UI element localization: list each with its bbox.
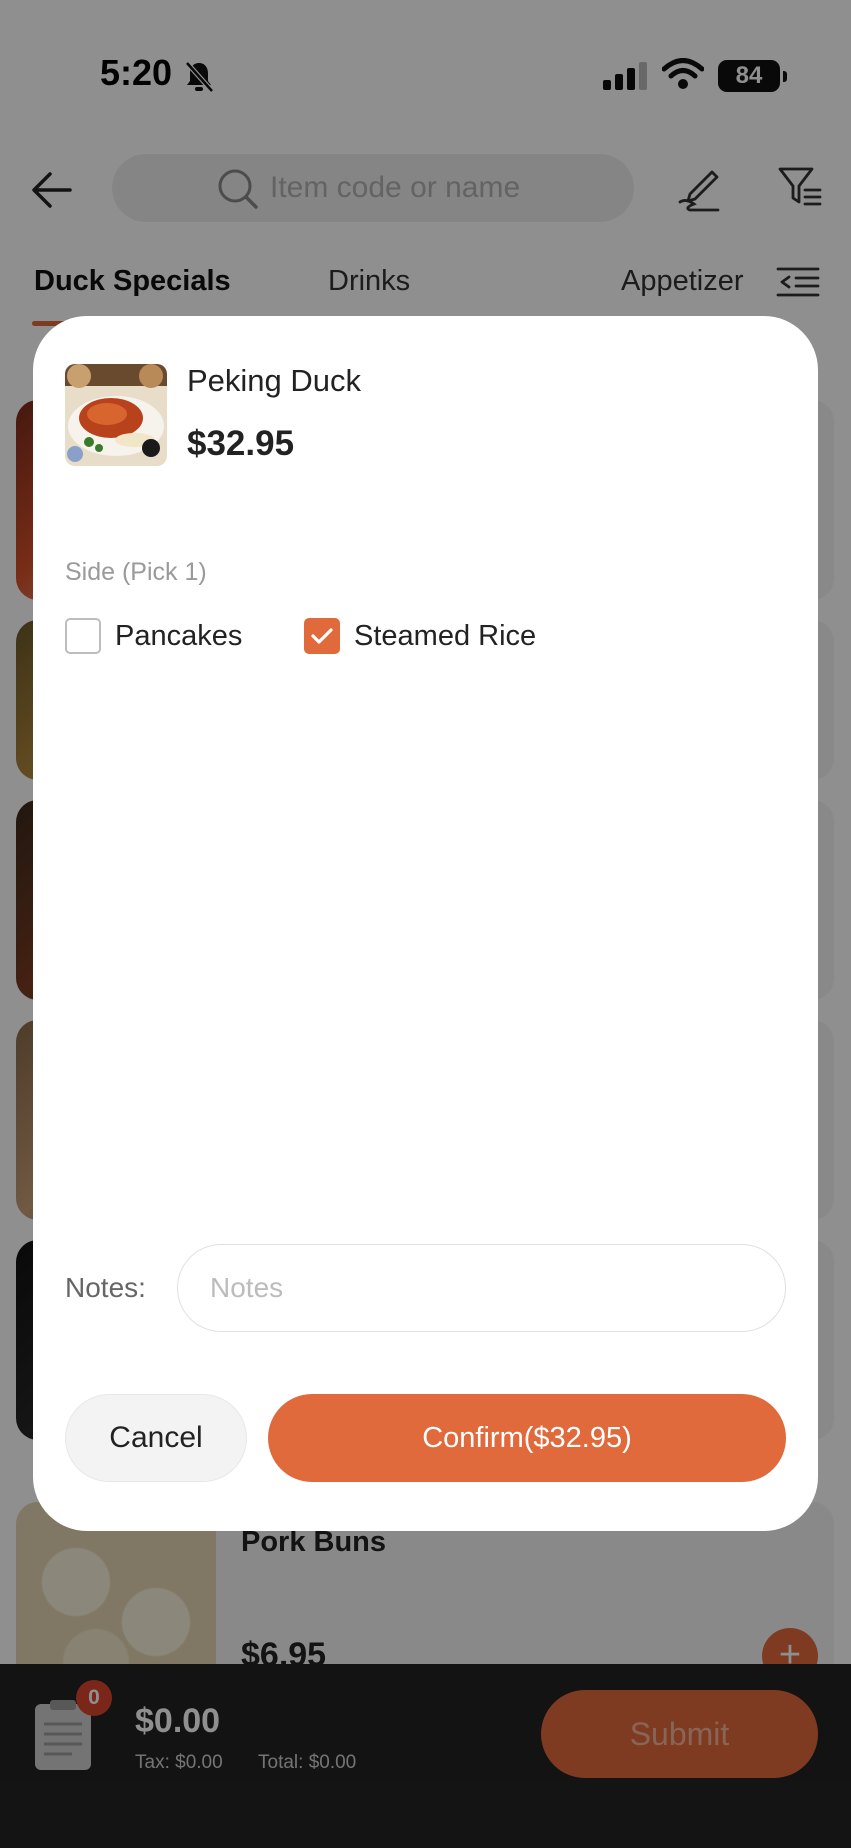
option-steamed-rice[interactable]: Steamed Rice: [304, 618, 536, 654]
dish-price: $32.95: [187, 424, 295, 463]
confirm-button[interactable]: Confirm($32.95): [268, 1394, 786, 1482]
pancakes-checkbox[interactable]: [65, 618, 101, 654]
option-group-label: Side (Pick 1): [65, 558, 207, 586]
option-label: Steamed Rice: [354, 619, 537, 652]
notes-label: Notes:: [65, 1272, 146, 1303]
option-pancakes[interactable]: Pancakes: [65, 618, 242, 654]
checkmark-icon: [311, 628, 333, 644]
dish-image: [65, 364, 167, 466]
steamed-rice-checkbox[interactable]: [304, 618, 340, 654]
item-options-modal: Peking Duck $32.95 Side (Pick 1) Pancake…: [33, 316, 818, 1531]
notes-input[interactable]: [177, 1244, 786, 1332]
cancel-button[interactable]: Cancel: [65, 1394, 247, 1482]
dish-name: Peking Duck: [187, 363, 362, 398]
option-label: Pancakes: [115, 619, 243, 652]
